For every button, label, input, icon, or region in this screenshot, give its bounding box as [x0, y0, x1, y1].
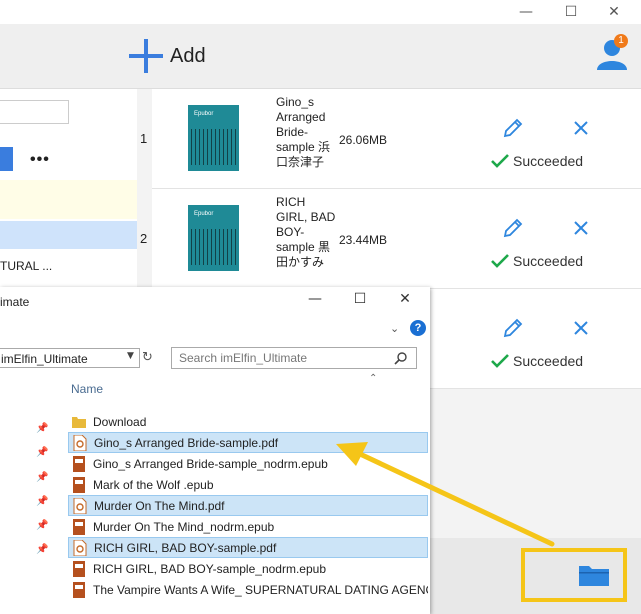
sort-caret-icon: ⌃ — [369, 373, 378, 384]
book-cover: Epubor — [188, 105, 239, 171]
edit-icon[interactable] — [502, 317, 524, 339]
column-header-name[interactable]: Name — [71, 382, 103, 396]
library-row-label: TURAL ... — [0, 259, 53, 273]
book-title: Gino_s Arranged Bride-sample 浜口奈津子 — [276, 95, 331, 169]
book-cover: Epubor — [188, 205, 239, 271]
pin-icon[interactable]: 📌 — [36, 423, 48, 434]
pin-icon[interactable]: 📌 — [36, 544, 48, 555]
minimize-button[interactable]: — — [516, 3, 536, 21]
dialog-minimize-button[interactable]: — — [303, 291, 327, 307]
close-icon[interactable] — [572, 219, 590, 237]
toolbar: Add — [0, 24, 641, 89]
search-icon[interactable] — [394, 351, 408, 365]
search-input[interactable]: Search imElfin_Ultimate — [171, 347, 417, 369]
file-item[interactable]: Gino_s Arranged Bride-sample_nodrm.epub — [68, 453, 428, 474]
pin-icon[interactable]: 📌 — [36, 520, 48, 531]
book-row[interactable]: 1 Epubor Gino_s Arranged Bride-sample 浜口… — [140, 89, 641, 189]
check-icon — [491, 154, 509, 168]
file-name: The Vampire Wants A Wife_ SUPERNATURAL D… — [93, 582, 428, 597]
pin-icon[interactable]: 📌 — [36, 496, 48, 507]
pin-icon[interactable]: 📌 — [36, 447, 48, 458]
dialog-close-button[interactable]: ✕ — [393, 291, 417, 307]
left-action-button[interactable] — [0, 147, 13, 171]
file-item[interactable]: RICH GIRL, BAD BOY-sample_nodrm.epub — [68, 558, 428, 579]
file-item[interactable]: Gino_s Arranged Bride-sample.pdf — [68, 432, 428, 453]
book-title: RICH GIRL, BAD BOY-sample 黒田かすみ — [276, 195, 336, 269]
file-explorer-dialog: imate — ☐ ✕ ⌄ ? imElfin_Ultimate ▼ ↻ Sea… — [0, 287, 430, 614]
chevron-down-icon[interactable]: ▼ — [127, 351, 134, 361]
file-name: Murder On The Mind_nodrm.epub — [93, 519, 275, 534]
edit-icon[interactable] — [502, 117, 524, 139]
close-window-button[interactable]: ✕ — [604, 3, 624, 21]
file-item[interactable]: RICH GIRL, BAD BOY-sample.pdf — [68, 537, 428, 558]
more-options-button[interactable]: ••• — [30, 151, 50, 169]
book-size: 23.44MB — [339, 233, 388, 247]
file-name: Download — [93, 414, 147, 429]
edit-icon[interactable] — [502, 217, 524, 239]
file-item[interactable]: Download — [68, 411, 428, 432]
status-label: Succeeded — [490, 253, 583, 269]
library-row-selected[interactable] — [0, 221, 137, 249]
navigation-pane: 📌 📌 📌 📌 📌 📌 — [0, 397, 62, 614]
help-icon[interactable]: ? — [410, 320, 426, 336]
add-button[interactable]: Add — [128, 38, 206, 74]
add-label: Add — [170, 44, 206, 67]
file-item[interactable]: Mark of the Wolf .epub — [68, 474, 428, 495]
file-name: RICH GIRL, BAD BOY-sample_nodrm.epub — [93, 561, 326, 576]
status-text: Succeeded — [513, 253, 584, 269]
check-icon — [491, 254, 509, 268]
pdf-icon — [73, 434, 87, 451]
epub-icon — [73, 518, 85, 535]
address-bar[interactable]: imElfin_Ultimate — [0, 348, 140, 368]
status-text: Succeeded — [513, 153, 584, 169]
epub-icon — [73, 581, 85, 598]
maximize-button[interactable]: ☐ — [561, 3, 581, 21]
file-name: RICH GIRL, BAD BOY-sample.pdf — [94, 540, 277, 555]
epub-icon — [73, 476, 85, 493]
status-label: Succeeded — [490, 353, 583, 369]
book-row[interactable]: 2 Epubor RICH GIRL, BAD BOY-sample 黒田かすみ… — [140, 189, 641, 289]
pdf-icon — [73, 539, 87, 556]
folder-icon — [72, 416, 86, 428]
highlight-box — [521, 548, 627, 602]
check-icon — [491, 354, 509, 368]
file-name: Gino_s Arranged Bride-sample.pdf — [94, 435, 279, 450]
row-index: 2 — [140, 231, 148, 246]
pin-icon[interactable]: 📌 — [36, 472, 48, 483]
dialog-maximize-button[interactable]: ☐ — [348, 291, 372, 307]
status-text: Succeeded — [513, 353, 584, 369]
close-icon[interactable] — [572, 119, 590, 137]
file-name: Murder On The Mind.pdf — [94, 498, 225, 513]
left-search-input[interactable] — [0, 100, 69, 124]
file-name: Mark of the Wolf .epub — [93, 477, 214, 492]
dialog-title: imate — [0, 295, 30, 309]
file-item[interactable]: Murder On The Mind_nodrm.epub — [68, 516, 428, 537]
status-label: Succeeded — [490, 153, 583, 169]
file-item[interactable]: Murder On The Mind.pdf — [68, 495, 428, 516]
chevron-down-icon[interactable]: ⌄ — [390, 322, 399, 335]
epub-icon — [73, 560, 85, 577]
file-name: Gino_s Arranged Bride-sample_nodrm.epub — [93, 456, 328, 471]
file-item[interactable]: The Vampire Wants A Wife_ SUPERNATURAL D… — [68, 579, 428, 600]
notification-badge: 1 — [614, 34, 628, 48]
app-titlebar: — ☐ ✕ — [0, 0, 641, 24]
pdf-icon — [73, 497, 87, 514]
plus-icon — [129, 39, 163, 73]
epub-icon — [73, 455, 85, 472]
row-index: 1 — [140, 131, 148, 146]
refresh-icon[interactable]: ↻ — [142, 348, 158, 368]
library-row-highlighted[interactable] — [0, 180, 137, 219]
close-icon[interactable] — [572, 319, 590, 337]
book-size: 26.06MB — [339, 133, 388, 147]
folder-icon[interactable] — [578, 563, 610, 587]
